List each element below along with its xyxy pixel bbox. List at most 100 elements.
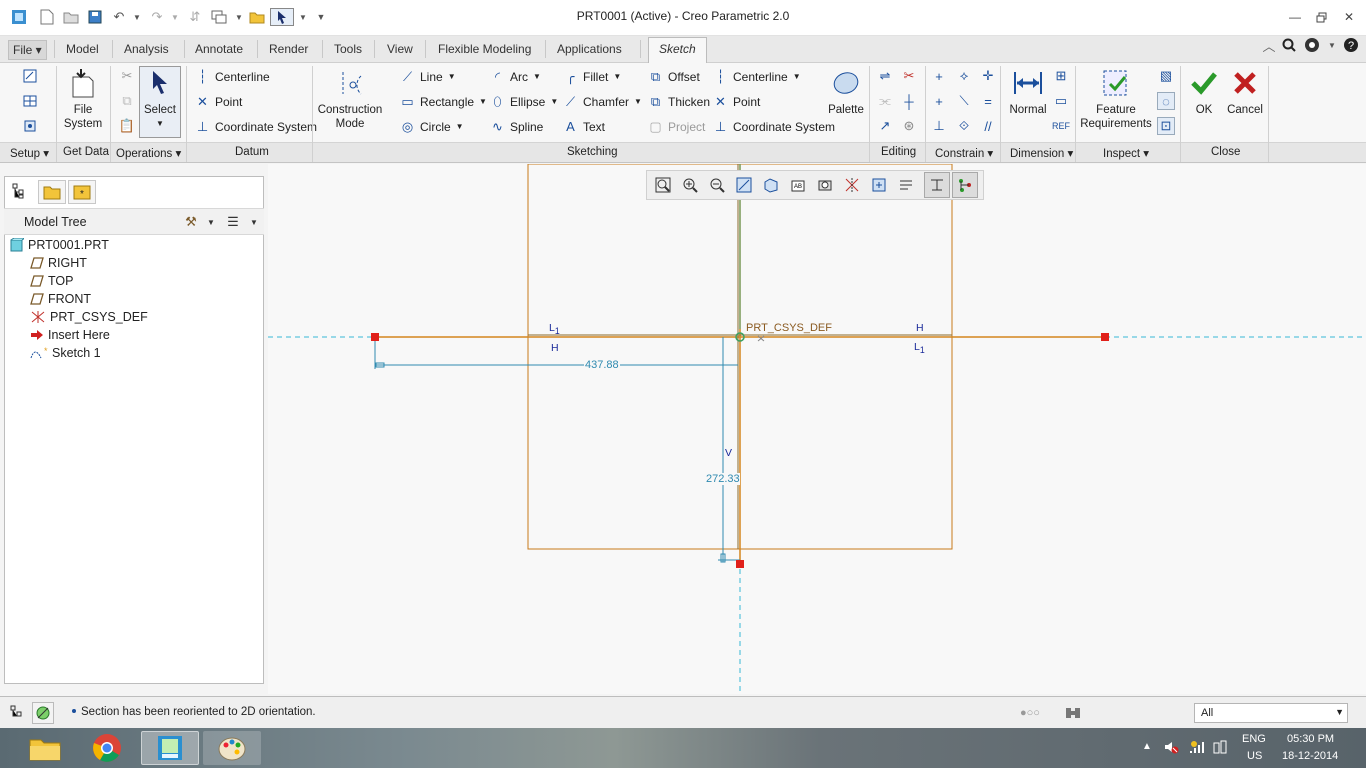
rotate-resize-icon[interactable]: ⊛: [900, 117, 918, 135]
show-navigator-icon[interactable]: [8, 704, 26, 722]
ellipse-button[interactable]: ⬯ Ellipse ▼: [490, 94, 558, 109]
sketch-canvas[interactable]: [268, 164, 1366, 694]
thicken-button[interactable]: ⧉ Thicken: [648, 94, 710, 109]
arc-dropdown-icon[interactable]: ▼: [533, 72, 541, 81]
datum-display-icon[interactable]: [839, 172, 865, 198]
highlight-open-ends-icon[interactable]: ◌: [1157, 92, 1175, 110]
line-dropdown-icon[interactable]: ▼: [448, 72, 456, 81]
help-icon[interactable]: ?: [1342, 36, 1360, 54]
tree-item-part[interactable]: PRT0001.PRT: [10, 238, 109, 252]
sketch-view-toggle-icon[interactable]: [924, 172, 950, 198]
close-window-button[interactable]: ✕: [1340, 8, 1358, 26]
baseline-dimension-icon[interactable]: ▭: [1052, 92, 1070, 110]
sketch-setup-icon[interactable]: [21, 67, 39, 85]
zoom-out-icon[interactable]: [704, 172, 730, 198]
region-indicator[interactable]: US: [1247, 750, 1262, 762]
line-button[interactable]: ⟋ Line ▼: [400, 69, 456, 84]
tab-model[interactable]: Model: [66, 42, 99, 56]
overlapping-geometry-icon[interactable]: ▧: [1157, 67, 1175, 85]
horizontal-constraint-icon[interactable]: +: [930, 92, 948, 110]
tree-item-sketch[interactable]: * Sketch 1: [30, 346, 101, 360]
tree-item-top[interactable]: TOP: [30, 274, 73, 288]
search-icon[interactable]: [1280, 36, 1298, 54]
normal-dimension-button[interactable]: Normal: [1006, 67, 1050, 117]
tree-show-icon[interactable]: ☰: [224, 213, 242, 231]
tab-render[interactable]: Render: [269, 42, 308, 56]
group-get-data[interactable]: Get Data: [63, 146, 109, 158]
chamfer-dropdown-icon[interactable]: ▼: [634, 97, 642, 106]
minimize-button[interactable]: —: [1286, 8, 1304, 26]
project-button[interactable]: ▢ Project: [648, 119, 705, 134]
tab-annotate[interactable]: Annotate: [195, 42, 243, 56]
shade-closed-loops-icon[interactable]: ⊡: [1157, 117, 1175, 135]
paint-icon[interactable]: [203, 731, 261, 765]
clock-time[interactable]: 05:30 PM: [1287, 733, 1334, 745]
minimize-ribbon-icon[interactable]: ︿: [1260, 36, 1278, 54]
paste-icon[interactable]: 📋: [118, 117, 136, 135]
show-dropdown-icon[interactable]: ▼: [245, 213, 263, 231]
volume-muted-icon[interactable]: [1163, 739, 1179, 758]
sketch-point-button[interactable]: ✕ Point: [713, 94, 760, 109]
file-system-button[interactable]: File System: [60, 67, 106, 131]
group-constrain[interactable]: Constrain ▾: [935, 146, 993, 160]
model-tree-tab-icon[interactable]: [10, 182, 28, 200]
mirror-icon[interactable]: ⫘: [876, 92, 894, 110]
coincident-constraint-icon[interactable]: ⟍: [955, 92, 973, 110]
arc-button[interactable]: ◜ Arc ▼: [490, 69, 541, 84]
datum-centerline-button[interactable]: ┆ Centerline: [195, 69, 270, 84]
sketch-view-icon[interactable]: [21, 117, 39, 135]
symmetric-constraint-icon[interactable]: ⟐: [955, 117, 973, 135]
tab-tools[interactable]: Tools: [334, 42, 362, 56]
favorites-tab-icon[interactable]: *: [68, 180, 96, 204]
vertical-constraint-icon[interactable]: +: [930, 67, 948, 85]
tangent-constraint-icon[interactable]: ⟡: [955, 67, 973, 85]
copy-icon[interactable]: ⧉: [118, 92, 136, 110]
ok-button[interactable]: OK: [1188, 67, 1220, 117]
sketch-centerline-button[interactable]: ┆ Centerline ▼: [713, 69, 801, 84]
zoom-in-icon[interactable]: [677, 172, 703, 198]
group-dimension[interactable]: Dimension ▾: [1010, 146, 1073, 160]
corner-icon[interactable]: ↗: [876, 117, 894, 135]
circle-dropdown-icon[interactable]: ▼: [456, 122, 464, 131]
offset-button[interactable]: ⧉ Offset: [648, 69, 700, 84]
network-icon[interactable]: [1188, 739, 1204, 758]
selection-filter-dropdown[interactable]: All ▼: [1194, 703, 1348, 723]
datum-coordinate-system-button[interactable]: ⊥ Coordinate System: [195, 119, 317, 134]
settings-dropdown-icon[interactable]: ▼: [202, 213, 220, 231]
fillet-dropdown-icon[interactable]: ▼: [613, 72, 621, 81]
chrome-icon[interactable]: [78, 731, 136, 765]
references-icon[interactable]: [21, 92, 39, 110]
annotation-display-icon[interactable]: [893, 172, 919, 198]
browser-toggle-icon[interactable]: [32, 702, 54, 724]
select-button[interactable]: Select ▼: [139, 66, 181, 138]
display-style-icon[interactable]: [758, 172, 784, 198]
group-operations[interactable]: Operations ▾: [116, 146, 181, 160]
tree-item-front[interactable]: FRONT: [30, 292, 91, 306]
divide-icon[interactable]: ┼: [900, 92, 918, 110]
spin-center-icon[interactable]: [866, 172, 892, 198]
restore-button[interactable]: [1312, 8, 1330, 26]
tree-item-csys[interactable]: PRT_CSYS_DEF: [30, 310, 148, 324]
action-center-icon[interactable]: [1212, 739, 1228, 758]
vertical-dimension-value[interactable]: 272.33: [706, 473, 740, 485]
file-explorer-icon[interactable]: [16, 731, 74, 765]
perpendicular-constraint-icon[interactable]: ⊥: [930, 117, 948, 135]
ellipse-dropdown-icon[interactable]: ▼: [550, 97, 558, 106]
tab-view[interactable]: View: [387, 42, 413, 56]
feature-requirements-button[interactable]: Feature Requirements: [1080, 67, 1152, 131]
cut-icon[interactable]: ✂: [118, 67, 136, 85]
sketch-coordinate-system-button[interactable]: ⊥ Coordinate System: [713, 119, 835, 134]
help-dropdown-icon[interactable]: ▼: [1323, 36, 1341, 54]
spline-button[interactable]: ∿ Spline: [490, 119, 543, 134]
construction-mode-button[interactable]: Construction Mode: [318, 67, 382, 131]
tab-sketch[interactable]: Sketch: [648, 37, 707, 63]
modify-icon[interactable]: ⇌: [876, 67, 894, 85]
tab-analysis[interactable]: Analysis: [124, 42, 169, 56]
view-manager-icon[interactable]: [812, 172, 838, 198]
rectangle-button[interactable]: ▭ Rectangle ▼: [400, 94, 487, 109]
find-icon[interactable]: [1064, 704, 1082, 722]
sketcher-display-filters-icon[interactable]: [952, 172, 978, 198]
chamfer-button[interactable]: ⟋ Chamfer ▼: [563, 94, 642, 109]
parallel-constraint-icon[interactable]: //: [979, 117, 997, 135]
saved-orientations-icon[interactable]: AB: [785, 172, 811, 198]
